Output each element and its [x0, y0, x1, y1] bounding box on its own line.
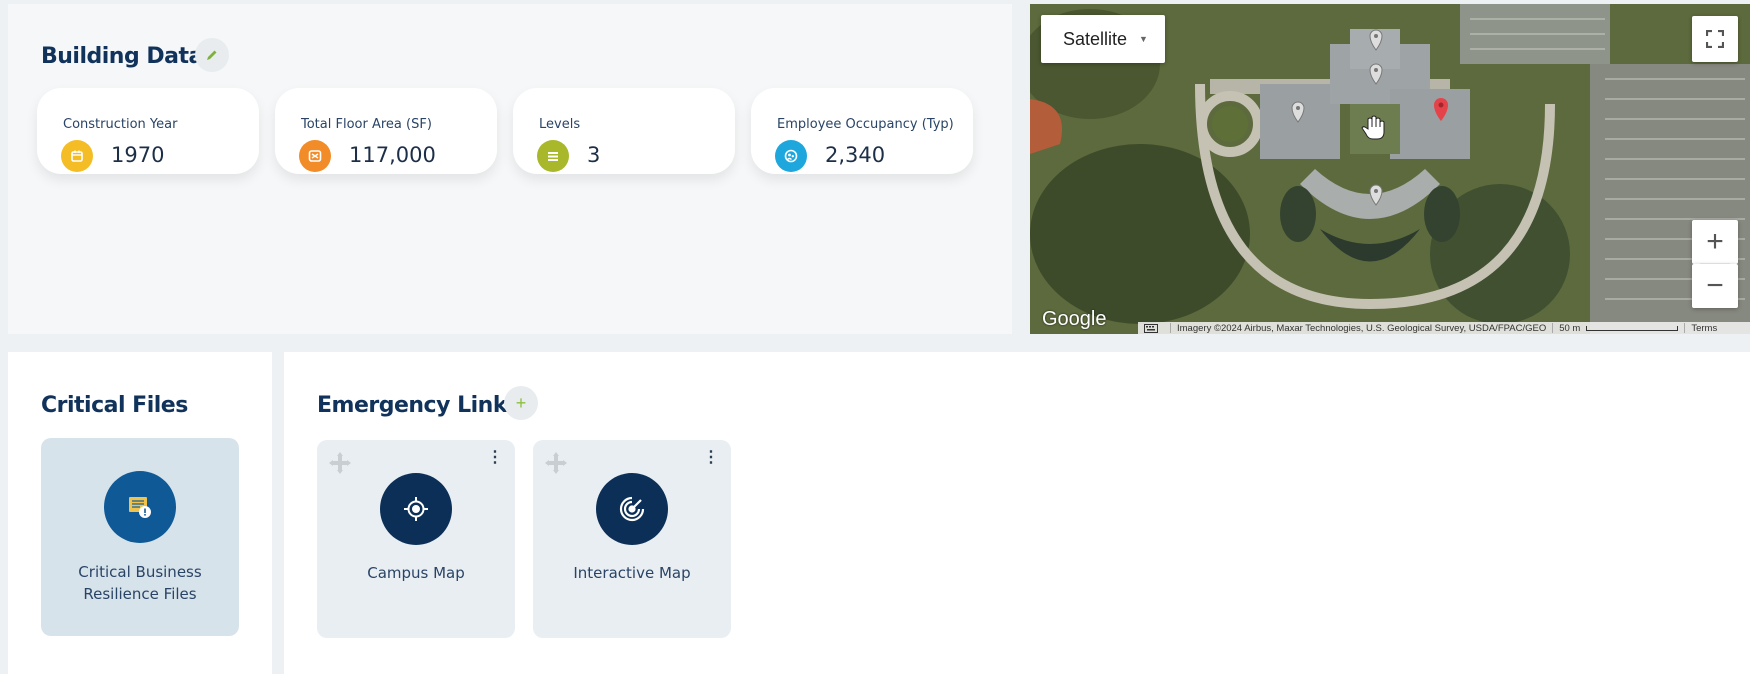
- fullscreen-button[interactable]: [1692, 16, 1738, 62]
- more-options-icon[interactable]: ⋮: [487, 450, 503, 466]
- emergency-link-card-campus-map[interactable]: ⋮ Campus Map: [317, 440, 515, 638]
- stat-value: 1970: [111, 143, 165, 167]
- map-attribution-bar: Imagery ©2024 Airbus, Maxar Technologies…: [1138, 322, 1750, 334]
- stat-employee-occupancy: Employee Occupancy (Typ) 2,340: [751, 88, 973, 174]
- terms-link[interactable]: Terms: [1691, 323, 1717, 334]
- stat-levels: Levels 3: [513, 88, 735, 174]
- levels-icon: [537, 140, 569, 172]
- map-scale-bar: [1586, 325, 1679, 331]
- google-logo: Google: [1042, 308, 1107, 330]
- add-link-button[interactable]: +: [504, 386, 538, 420]
- zoom-in-button[interactable]: +: [1692, 220, 1738, 264]
- emergency-link-label: Interactive Map: [573, 564, 691, 582]
- stat-label: Levels: [539, 117, 581, 132]
- building-data-panel: Building Data Construction Year 1970 Tot…: [8, 4, 1012, 334]
- critical-file-card[interactable]: Critical Business Resilience Files: [41, 438, 239, 636]
- map-type-label: Satellite: [1063, 28, 1128, 49]
- floor-area-icon: [299, 140, 331, 172]
- stat-value: 117,000: [349, 143, 436, 167]
- pencil-icon: [207, 50, 217, 60]
- radar-icon: [596, 473, 668, 545]
- critical-files-title: Critical Files: [41, 393, 188, 418]
- divider: [1170, 323, 1171, 333]
- imagery-attribution: Imagery ©2024 Airbus, Maxar Technologies…: [1177, 322, 1547, 334]
- stat-label: Employee Occupancy (Typ): [777, 117, 954, 132]
- satellite-map[interactable]: Satellite ▼ + − Google Imagery ©2024 Air…: [1030, 4, 1750, 334]
- critical-files-panel: Critical Files Critical Business Resilie…: [8, 352, 272, 674]
- zoom-divider: [1700, 263, 1730, 264]
- caret-down-icon: ▼: [1139, 34, 1148, 44]
- zoom-out-button[interactable]: −: [1692, 264, 1738, 308]
- more-options-icon[interactable]: ⋮: [703, 450, 719, 466]
- stat-total-floor-area: Total Floor Area (SF) 117,000: [275, 88, 497, 174]
- divider: [1552, 323, 1554, 333]
- drag-handle-icon[interactable]: [545, 452, 567, 474]
- divider: [1684, 323, 1686, 333]
- drag-handle-icon[interactable]: [329, 452, 351, 474]
- stat-value: 2,340: [825, 143, 886, 167]
- keyboard-shortcuts-icon[interactable]: [1138, 323, 1164, 333]
- occupancy-icon: [775, 140, 807, 172]
- emergency-link-label: Campus Map: [367, 564, 465, 582]
- emergency-links-panel: Emergency Links + ⋮ Campus Map ⋮ Interac…: [284, 352, 1750, 674]
- building-data-title: Building Data: [41, 44, 203, 69]
- emergency-links-title: Emergency Links: [317, 393, 520, 418]
- document-alert-icon: [104, 471, 176, 543]
- map-type-dropdown[interactable]: Satellite ▼: [1041, 15, 1165, 63]
- critical-file-label: Critical Business Resilience Files: [78, 563, 202, 603]
- stat-label: Construction Year: [63, 117, 178, 132]
- stat-construction-year: Construction Year 1970: [37, 88, 259, 174]
- target-icon: [380, 473, 452, 545]
- map-scale-label[interactable]: 50 m: [1559, 323, 1580, 334]
- stat-label: Total Floor Area (SF): [301, 117, 432, 132]
- calendar-icon: [61, 140, 93, 172]
- edit-button[interactable]: [195, 38, 229, 72]
- fullscreen-icon: [1706, 30, 1724, 48]
- emergency-link-card-interactive-map[interactable]: ⋮ Interactive Map: [533, 440, 731, 638]
- stat-value: 3: [587, 143, 601, 167]
